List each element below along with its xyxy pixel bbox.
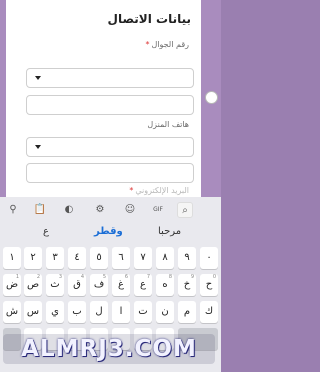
key[interactable]: ا: [112, 301, 130, 323]
key[interactable]: ٢: [24, 247, 42, 269]
watermark-logo: ALMRJ3.COM: [3, 334, 215, 364]
key-hint: 3: [58, 274, 62, 280]
key[interactable]: غ6: [112, 274, 130, 296]
key[interactable]: ٨: [156, 247, 174, 269]
key[interactable]: ف5: [90, 274, 108, 296]
key-hint: 8: [168, 274, 172, 280]
key[interactable]: ٦: [112, 247, 130, 269]
scroll-handle[interactable]: [205, 91, 218, 104]
mobile-label-text: رقم الجوال: [151, 40, 189, 49]
key-letter: ه: [162, 279, 168, 290]
key-letter: ق: [73, 279, 81, 290]
key[interactable]: ح0: [200, 274, 218, 296]
key-hint: 9: [190, 274, 194, 280]
key[interactable]: ٩: [178, 247, 196, 269]
required-mark: *: [145, 40, 150, 49]
form-area: بيانات الاتصال رقم الجوال* هاتف المنزل ا…: [0, 0, 221, 197]
key-hint: 5: [102, 274, 106, 280]
country-code-select[interactable]: [26, 68, 194, 88]
key-letter: ع: [140, 279, 146, 290]
home-phone-label: هاتف المنزل: [147, 120, 189, 129]
suggestion-item[interactable]: وقطر: [94, 226, 123, 237]
key-hint: 7: [146, 274, 150, 280]
suggestion-item[interactable]: مرحبا: [158, 226, 181, 237]
search-icon[interactable]: ⌕: [177, 202, 193, 218]
key[interactable]: ص2: [24, 274, 42, 296]
key-hint: 4: [80, 274, 84, 280]
caret-down-icon: [35, 76, 41, 80]
key[interactable]: ش: [3, 301, 21, 323]
key-hint: 6: [124, 274, 128, 280]
key[interactable]: ه8: [156, 274, 174, 296]
key[interactable]: ٠: [200, 247, 218, 269]
keyboard-toolbar: ⚲ 📋 ◐ ⚙ ☺ GIF ⌕: [0, 197, 221, 223]
key-hint: 1: [15, 274, 19, 280]
key[interactable]: ٤: [68, 247, 86, 269]
key[interactable]: ن: [156, 301, 174, 323]
key-letter: غ: [118, 279, 124, 290]
home-phone-input[interactable]: [26, 163, 194, 183]
email-label-text: البريد الإلكتروني: [135, 186, 189, 195]
key[interactable]: ١: [3, 247, 21, 269]
key[interactable]: ٥: [90, 247, 108, 269]
key[interactable]: خ9: [178, 274, 196, 296]
key[interactable]: ٣: [46, 247, 64, 269]
suggestion-bar: مرحبا وقطر ع: [0, 223, 221, 243]
required-mark: *: [129, 186, 134, 195]
palette-icon[interactable]: ◐: [61, 202, 77, 218]
key[interactable]: ل: [90, 301, 108, 323]
key[interactable]: ع7: [134, 274, 152, 296]
key[interactable]: س: [24, 301, 42, 323]
gear-icon[interactable]: ⚙: [92, 202, 108, 218]
gif-label: GIF: [153, 206, 163, 213]
pin-icon[interactable]: ⚲: [5, 202, 21, 218]
key[interactable]: ي: [46, 301, 64, 323]
key[interactable]: م: [178, 301, 196, 323]
key-hint: 2: [36, 274, 40, 280]
clipboard-icon[interactable]: 📋: [32, 202, 48, 218]
key-hint: 0: [212, 274, 216, 280]
email-label: البريد الإلكتروني*: [129, 186, 189, 195]
key-letter: خ: [183, 279, 191, 290]
key[interactable]: ت: [134, 301, 152, 323]
key[interactable]: ق4: [68, 274, 86, 296]
key[interactable]: ب: [68, 301, 86, 323]
key[interactable]: ك: [200, 301, 218, 323]
form-card: بيانات الاتصال رقم الجوال* هاتف المنزل ا…: [6, 0, 201, 197]
sticker-icon[interactable]: ☺: [122, 202, 138, 218]
key[interactable]: ٧: [134, 247, 152, 269]
section-title: بيانات الاتصال: [107, 12, 191, 26]
key-letter: ح: [205, 279, 213, 290]
mobile-label: رقم الجوال*: [145, 40, 189, 49]
suggestion-item[interactable]: ع: [43, 226, 49, 237]
key[interactable]: ث3: [46, 274, 64, 296]
mobile-input[interactable]: [26, 95, 194, 115]
gif-icon[interactable]: GIF: [150, 202, 166, 218]
watermark-text: ALMRJ3.COM: [21, 336, 197, 362]
caret-down-icon: [35, 145, 41, 149]
key[interactable]: ض1: [3, 274, 21, 296]
home-country-code-select[interactable]: [26, 137, 194, 157]
